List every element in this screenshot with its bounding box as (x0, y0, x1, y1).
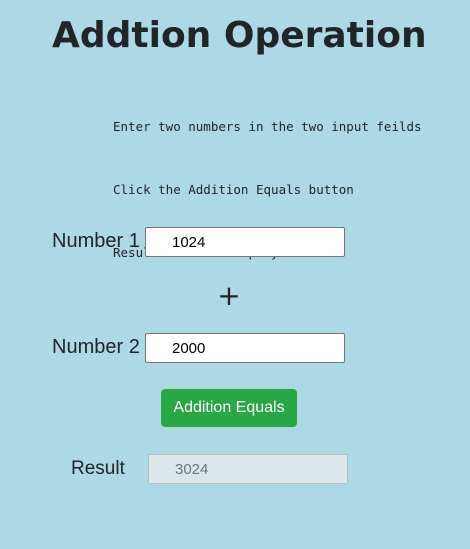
result-field (148, 454, 348, 484)
addition-equals-button[interactable]: Addition Equals (161, 389, 297, 427)
result-label: Result (71, 458, 125, 479)
number1-input[interactable] (145, 227, 345, 257)
instruction-line: Click the Addition Equals button (113, 182, 354, 197)
page-title: Addtion Operation (52, 15, 427, 56)
number2-label: Number 2 (52, 336, 140, 358)
number2-input[interactable] (145, 333, 345, 363)
number1-label: Number 1 (52, 230, 140, 252)
plus-operator: + (217, 279, 241, 312)
instruction-line: Enter two numbers in the two input feild… (113, 119, 422, 134)
